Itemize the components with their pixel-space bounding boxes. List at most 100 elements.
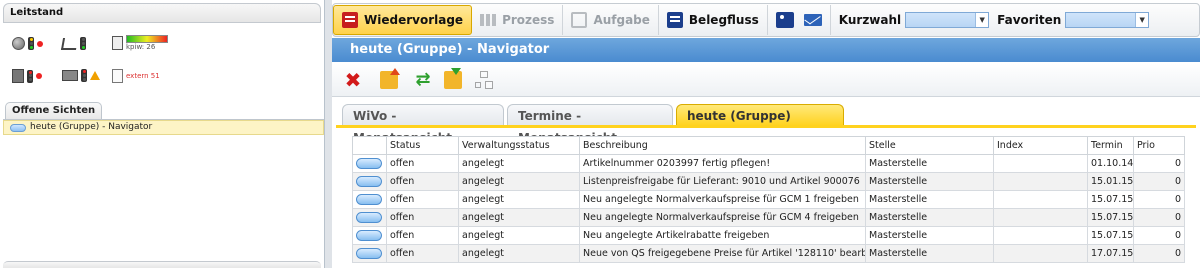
cell-prio: 0 xyxy=(1133,190,1185,209)
cell-index xyxy=(993,190,1088,209)
cart-icon xyxy=(60,37,79,50)
belegfluss-button[interactable]: Belegfluss xyxy=(659,5,768,35)
document-icon xyxy=(112,69,123,83)
wiedervorlage-button[interactable]: Wiedervorlage xyxy=(333,5,473,35)
table-row[interactable]: offen angelegt Neu angelegte Normalverka… xyxy=(352,208,1185,227)
row-status-cell xyxy=(352,244,387,263)
cell-beschreibung: Neu angelegte Artikelrabatte freigeben xyxy=(579,226,866,245)
cell-stelle: Masterstelle xyxy=(865,190,994,209)
tab-wivo-monatsansicht[interactable]: WiVo - Monatsansicht xyxy=(342,104,504,145)
cell-beschreibung: Listenpreisfreigabe für Lieferant: 9010 … xyxy=(579,172,866,191)
table-row[interactable]: offen angelegt Artikelnummer 0203997 fer… xyxy=(352,154,1185,173)
leitstand-cart-status[interactable] xyxy=(60,37,86,50)
tab-heute-gruppe[interactable]: heute (Gruppe) xyxy=(676,104,844,126)
column-header-icon[interactable] xyxy=(352,136,387,155)
leitstand-panel: kpiw: 26 extern 51 xyxy=(0,23,324,93)
table-row[interactable]: offen angelegt Neue von QS freigegebene … xyxy=(352,244,1185,263)
table-row[interactable]: offen angelegt Listenpreisfreigabe für L… xyxy=(352,172,1185,191)
column-header-prio[interactable]: Prio xyxy=(1133,136,1185,155)
folder-export-icon[interactable] xyxy=(380,68,400,89)
cell-status: offen xyxy=(386,226,459,245)
tab-offene-sichten[interactable]: Offene Sichten xyxy=(5,102,103,119)
cell-prio: 0 xyxy=(1133,244,1185,263)
leitstand-kpi[interactable]: kpiw: 26 xyxy=(112,35,168,51)
prozess-label: Prozess xyxy=(502,13,555,27)
cell-stelle: Masterstelle xyxy=(865,172,994,191)
action-toolbar: ✖ ⇄ xyxy=(332,64,1200,97)
sicht-item[interactable]: heute (Gruppe) - Navigator xyxy=(3,120,324,135)
kpi-gauge: kpiw: 26 xyxy=(126,35,168,51)
navigator-title: heute (Gruppe) - Navigator xyxy=(332,38,1200,62)
cell-termin: 17.07.15 xyxy=(1087,244,1134,263)
alert-dot-icon xyxy=(37,40,43,47)
prozess-button[interactable]: Prozess xyxy=(472,5,564,35)
chevron-down-icon: ▼ xyxy=(975,13,989,27)
leitstand-disk-status[interactable] xyxy=(12,69,42,83)
sicht-item-label: heute (Gruppe) - Navigator xyxy=(30,122,153,132)
view-tabs: WiVo - Monatsansicht Termine - Monatsans… xyxy=(342,104,844,145)
left-bottom-panel-header xyxy=(3,261,321,268)
table-header-row: Status Verwaltungsstatus Beschreibung St… xyxy=(352,136,1185,155)
view-pill-icon xyxy=(10,123,26,132)
row-status-pill-icon xyxy=(356,194,382,205)
cell-verwaltungsstatus: angelegt xyxy=(458,172,580,191)
column-header-verwaltungsstatus[interactable]: Verwaltungsstatus xyxy=(458,136,580,155)
tab-termine-monatsansicht[interactable]: Termine - Monatsansicht xyxy=(507,104,673,145)
warning-icon xyxy=(90,71,100,80)
table-row[interactable]: offen angelegt Neu angelegte Normalverka… xyxy=(352,190,1185,209)
belegfluss-label: Belegfluss xyxy=(688,13,759,27)
folder-import-icon[interactable] xyxy=(444,68,462,89)
cell-termin: 15.01.15 xyxy=(1087,172,1134,191)
right-pane: Wiedervorlage Prozess Aufgabe Belegfluss… xyxy=(332,0,1200,268)
refresh-icon[interactable]: ⇄ xyxy=(414,71,432,89)
aufgabe-button[interactable]: Aufgabe xyxy=(563,5,659,35)
aufgabe-icon xyxy=(571,12,588,28)
hierarchy-icon[interactable] xyxy=(474,71,492,89)
cell-index xyxy=(993,244,1088,263)
mail-icon[interactable] xyxy=(803,14,822,26)
cell-stelle: Masterstelle xyxy=(865,154,994,173)
column-header-stelle[interactable]: Stelle xyxy=(865,136,994,155)
cell-stelle: Masterstelle xyxy=(865,244,994,263)
cell-beschreibung: Artikelnummer 0203997 fertig pflegen! xyxy=(579,154,866,173)
traffic-light-icon xyxy=(80,37,86,50)
leitstand-global-status[interactable] xyxy=(12,37,43,50)
cell-termin: 15.07.15 xyxy=(1087,226,1134,245)
column-header-termin[interactable]: Termin xyxy=(1087,136,1134,155)
main-toolbar: Wiedervorlage Prozess Aufgabe Belegfluss… xyxy=(332,3,1200,37)
row-status-pill-icon xyxy=(356,176,382,187)
kpi-label: kpiw: 26 xyxy=(126,43,156,51)
row-status-pill-icon xyxy=(356,158,382,169)
leitstand-extern[interactable]: extern 51 xyxy=(112,69,160,83)
column-header-beschreibung[interactable]: Beschreibung xyxy=(579,136,866,155)
cell-verwaltungsstatus: angelegt xyxy=(458,208,580,227)
belegfluss-icon xyxy=(666,12,683,28)
leitstand-truck-status[interactable] xyxy=(62,69,100,82)
delete-icon[interactable]: ✖ xyxy=(344,70,362,90)
cell-index xyxy=(993,154,1088,173)
row-status-pill-icon xyxy=(356,230,382,241)
kurzwahl-select[interactable]: ▼ xyxy=(905,12,990,28)
address-card-icon[interactable] xyxy=(775,12,794,28)
cell-stelle: Masterstelle xyxy=(865,226,994,245)
cell-index xyxy=(993,226,1088,245)
cell-termin: 01.10.14 xyxy=(1087,154,1134,173)
wiedervorlage-icon xyxy=(342,12,358,28)
cell-termin: 15.07.15 xyxy=(1087,208,1134,227)
favoriten-select[interactable]: ▼ xyxy=(1065,12,1150,28)
left-pane: Leitstand kpiw: 26 extern 51 Offene Sich… xyxy=(0,0,325,268)
traffic-light-icon xyxy=(28,37,34,50)
table-row[interactable]: offen angelegt Neu angelegte Artikelraba… xyxy=(352,226,1185,245)
column-header-status[interactable]: Status xyxy=(386,136,459,155)
navigator-table: Status Verwaltungsstatus Beschreibung St… xyxy=(352,136,1185,263)
column-header-index[interactable]: Index xyxy=(993,136,1088,155)
aufgabe-label: Aufgabe xyxy=(593,13,650,27)
chevron-down-icon: ▼ xyxy=(1135,13,1149,27)
favoriten-label: Favoriten xyxy=(997,13,1062,27)
row-status-pill-icon xyxy=(356,212,382,223)
extern-label: extern 51 xyxy=(126,72,160,80)
alert-dot-icon xyxy=(36,73,42,79)
prozess-icon xyxy=(480,14,497,26)
cell-index xyxy=(993,172,1088,191)
kpi-bar xyxy=(126,35,168,43)
